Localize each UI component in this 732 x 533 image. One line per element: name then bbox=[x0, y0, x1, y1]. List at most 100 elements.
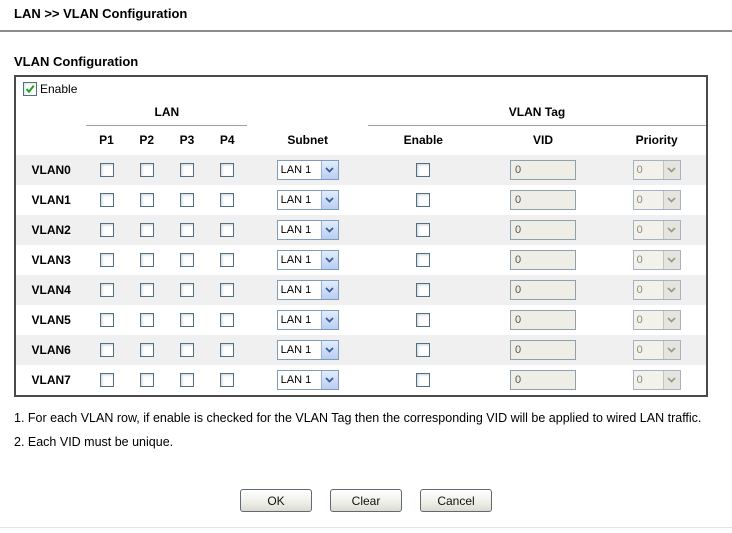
vlan-configuration-page: LAN >> VLAN Configuration VLAN Configura… bbox=[0, 0, 732, 533]
table-row: VLAN3 LAN 1 0 bbox=[16, 245, 706, 275]
port-p3-checkbox[interactable] bbox=[180, 253, 194, 267]
select-arrow-button[interactable] bbox=[321, 371, 338, 389]
port-p4-checkbox[interactable] bbox=[220, 163, 234, 177]
port-p1-checkbox[interactable] bbox=[100, 343, 114, 357]
select-arrow-button[interactable] bbox=[321, 341, 338, 359]
table-row: VLAN5 LAN 1 0 bbox=[16, 305, 706, 335]
port-p3-checkbox[interactable] bbox=[180, 343, 194, 357]
vid-input bbox=[510, 370, 576, 390]
port-p4-checkbox[interactable] bbox=[220, 313, 234, 327]
column-header-vid: VID bbox=[479, 125, 608, 155]
port-p3-checkbox[interactable] bbox=[180, 163, 194, 177]
subnet-select[interactable]: LAN 1 bbox=[277, 190, 339, 210]
port-p2-checkbox[interactable] bbox=[140, 223, 154, 237]
vid-input bbox=[510, 250, 576, 270]
global-enable-row: Enable bbox=[16, 77, 706, 101]
port-p1-checkbox[interactable] bbox=[100, 373, 114, 387]
vlan-tag-enable-checkbox[interactable] bbox=[416, 163, 430, 177]
note-2: 2. Each VID must be unique. bbox=[14, 435, 714, 450]
select-arrow-button[interactable] bbox=[321, 311, 338, 329]
port-p2-checkbox[interactable] bbox=[140, 163, 154, 177]
priority-select: 0 bbox=[633, 340, 681, 360]
port-p2-checkbox[interactable] bbox=[140, 193, 154, 207]
priority-select: 0 bbox=[633, 220, 681, 240]
select-arrow-button[interactable] bbox=[321, 221, 338, 239]
select-arrow-button bbox=[663, 311, 680, 329]
vlan-row-label: VLAN6 bbox=[16, 335, 86, 365]
vlan-tag-enable-checkbox[interactable] bbox=[416, 313, 430, 327]
vid-input bbox=[510, 310, 576, 330]
port-p3-checkbox[interactable] bbox=[180, 223, 194, 237]
port-p2-checkbox[interactable] bbox=[140, 373, 154, 387]
select-arrow-button bbox=[663, 341, 680, 359]
port-p4-checkbox[interactable] bbox=[220, 253, 234, 267]
vlan-tag-enable-checkbox[interactable] bbox=[416, 253, 430, 267]
select-arrow-button[interactable] bbox=[321, 251, 338, 269]
subnet-select[interactable]: LAN 1 bbox=[277, 370, 339, 390]
port-p3-checkbox[interactable] bbox=[180, 283, 194, 297]
port-p4-checkbox[interactable] bbox=[220, 343, 234, 357]
note-1: 1. For each VLAN row, if enable is check… bbox=[14, 411, 714, 426]
subnet-select[interactable]: LAN 1 bbox=[277, 160, 339, 180]
vlan-table: LAN VLAN Tag P1 P2 P3 P4 Subnet Enable V… bbox=[16, 101, 706, 395]
port-p1-checkbox[interactable] bbox=[100, 193, 114, 207]
group-header-lan: LAN bbox=[86, 101, 247, 125]
subnet-select[interactable]: LAN 1 bbox=[277, 220, 339, 240]
port-p3-checkbox[interactable] bbox=[180, 373, 194, 387]
port-p4-checkbox[interactable] bbox=[220, 223, 234, 237]
select-arrow-button bbox=[663, 281, 680, 299]
priority-select-value: 0 bbox=[634, 221, 663, 239]
vlan-tag-enable-checkbox[interactable] bbox=[416, 283, 430, 297]
subnet-select[interactable]: LAN 1 bbox=[277, 340, 339, 360]
vlan-row-label: VLAN5 bbox=[16, 305, 86, 335]
breadcrumb: LAN >> VLAN Configuration bbox=[14, 6, 187, 21]
port-p2-checkbox[interactable] bbox=[140, 343, 154, 357]
clear-button[interactable]: Clear bbox=[330, 489, 402, 512]
port-p3-checkbox[interactable] bbox=[180, 313, 194, 327]
column-header-tag-enable: Enable bbox=[368, 125, 479, 155]
vlan-tag-enable-checkbox[interactable] bbox=[416, 193, 430, 207]
subnet-select[interactable]: LAN 1 bbox=[277, 310, 339, 330]
column-header-p3: P3 bbox=[167, 125, 207, 155]
chevron-down-icon bbox=[667, 257, 676, 263]
priority-select: 0 bbox=[633, 370, 681, 390]
port-p1-checkbox[interactable] bbox=[100, 313, 114, 327]
vlan-row-label: VLAN1 bbox=[16, 185, 86, 215]
port-p1-checkbox[interactable] bbox=[100, 223, 114, 237]
select-arrow-button bbox=[663, 161, 680, 179]
subnet-select-value: LAN 1 bbox=[278, 371, 321, 389]
port-p1-checkbox[interactable] bbox=[100, 283, 114, 297]
port-p4-checkbox[interactable] bbox=[220, 373, 234, 387]
subnet-select[interactable]: LAN 1 bbox=[277, 250, 339, 270]
vlan-tag-enable-checkbox[interactable] bbox=[416, 343, 430, 357]
table-row: VLAN7 LAN 1 0 bbox=[16, 365, 706, 395]
priority-select-value: 0 bbox=[634, 341, 663, 359]
port-p2-checkbox[interactable] bbox=[140, 313, 154, 327]
subnet-select-value: LAN 1 bbox=[278, 341, 321, 359]
port-p1-checkbox[interactable] bbox=[100, 253, 114, 267]
vlan-tag-enable-checkbox[interactable] bbox=[416, 223, 430, 237]
chevron-down-icon bbox=[667, 377, 676, 383]
subnet-select-value: LAN 1 bbox=[278, 161, 321, 179]
port-p2-checkbox[interactable] bbox=[140, 283, 154, 297]
port-p2-checkbox[interactable] bbox=[140, 253, 154, 267]
select-arrow-button[interactable] bbox=[321, 161, 338, 179]
global-enable-checkbox[interactable] bbox=[23, 82, 37, 96]
vlan-row-label: VLAN4 bbox=[16, 275, 86, 305]
select-arrow-button bbox=[663, 191, 680, 209]
port-p4-checkbox[interactable] bbox=[220, 283, 234, 297]
cancel-button[interactable]: Cancel bbox=[420, 489, 492, 512]
table-row: VLAN4 LAN 1 0 bbox=[16, 275, 706, 305]
footer-divider bbox=[0, 527, 732, 528]
select-arrow-button[interactable] bbox=[321, 191, 338, 209]
select-arrow-button[interactable] bbox=[321, 281, 338, 299]
chevron-down-icon bbox=[325, 257, 334, 263]
subnet-select[interactable]: LAN 1 bbox=[277, 280, 339, 300]
select-arrow-button bbox=[663, 221, 680, 239]
column-header-subnet: Subnet bbox=[247, 125, 368, 155]
port-p4-checkbox[interactable] bbox=[220, 193, 234, 207]
port-p1-checkbox[interactable] bbox=[100, 163, 114, 177]
vlan-tag-enable-checkbox[interactable] bbox=[416, 373, 430, 387]
port-p3-checkbox[interactable] bbox=[180, 193, 194, 207]
ok-button[interactable]: OK bbox=[240, 489, 312, 512]
